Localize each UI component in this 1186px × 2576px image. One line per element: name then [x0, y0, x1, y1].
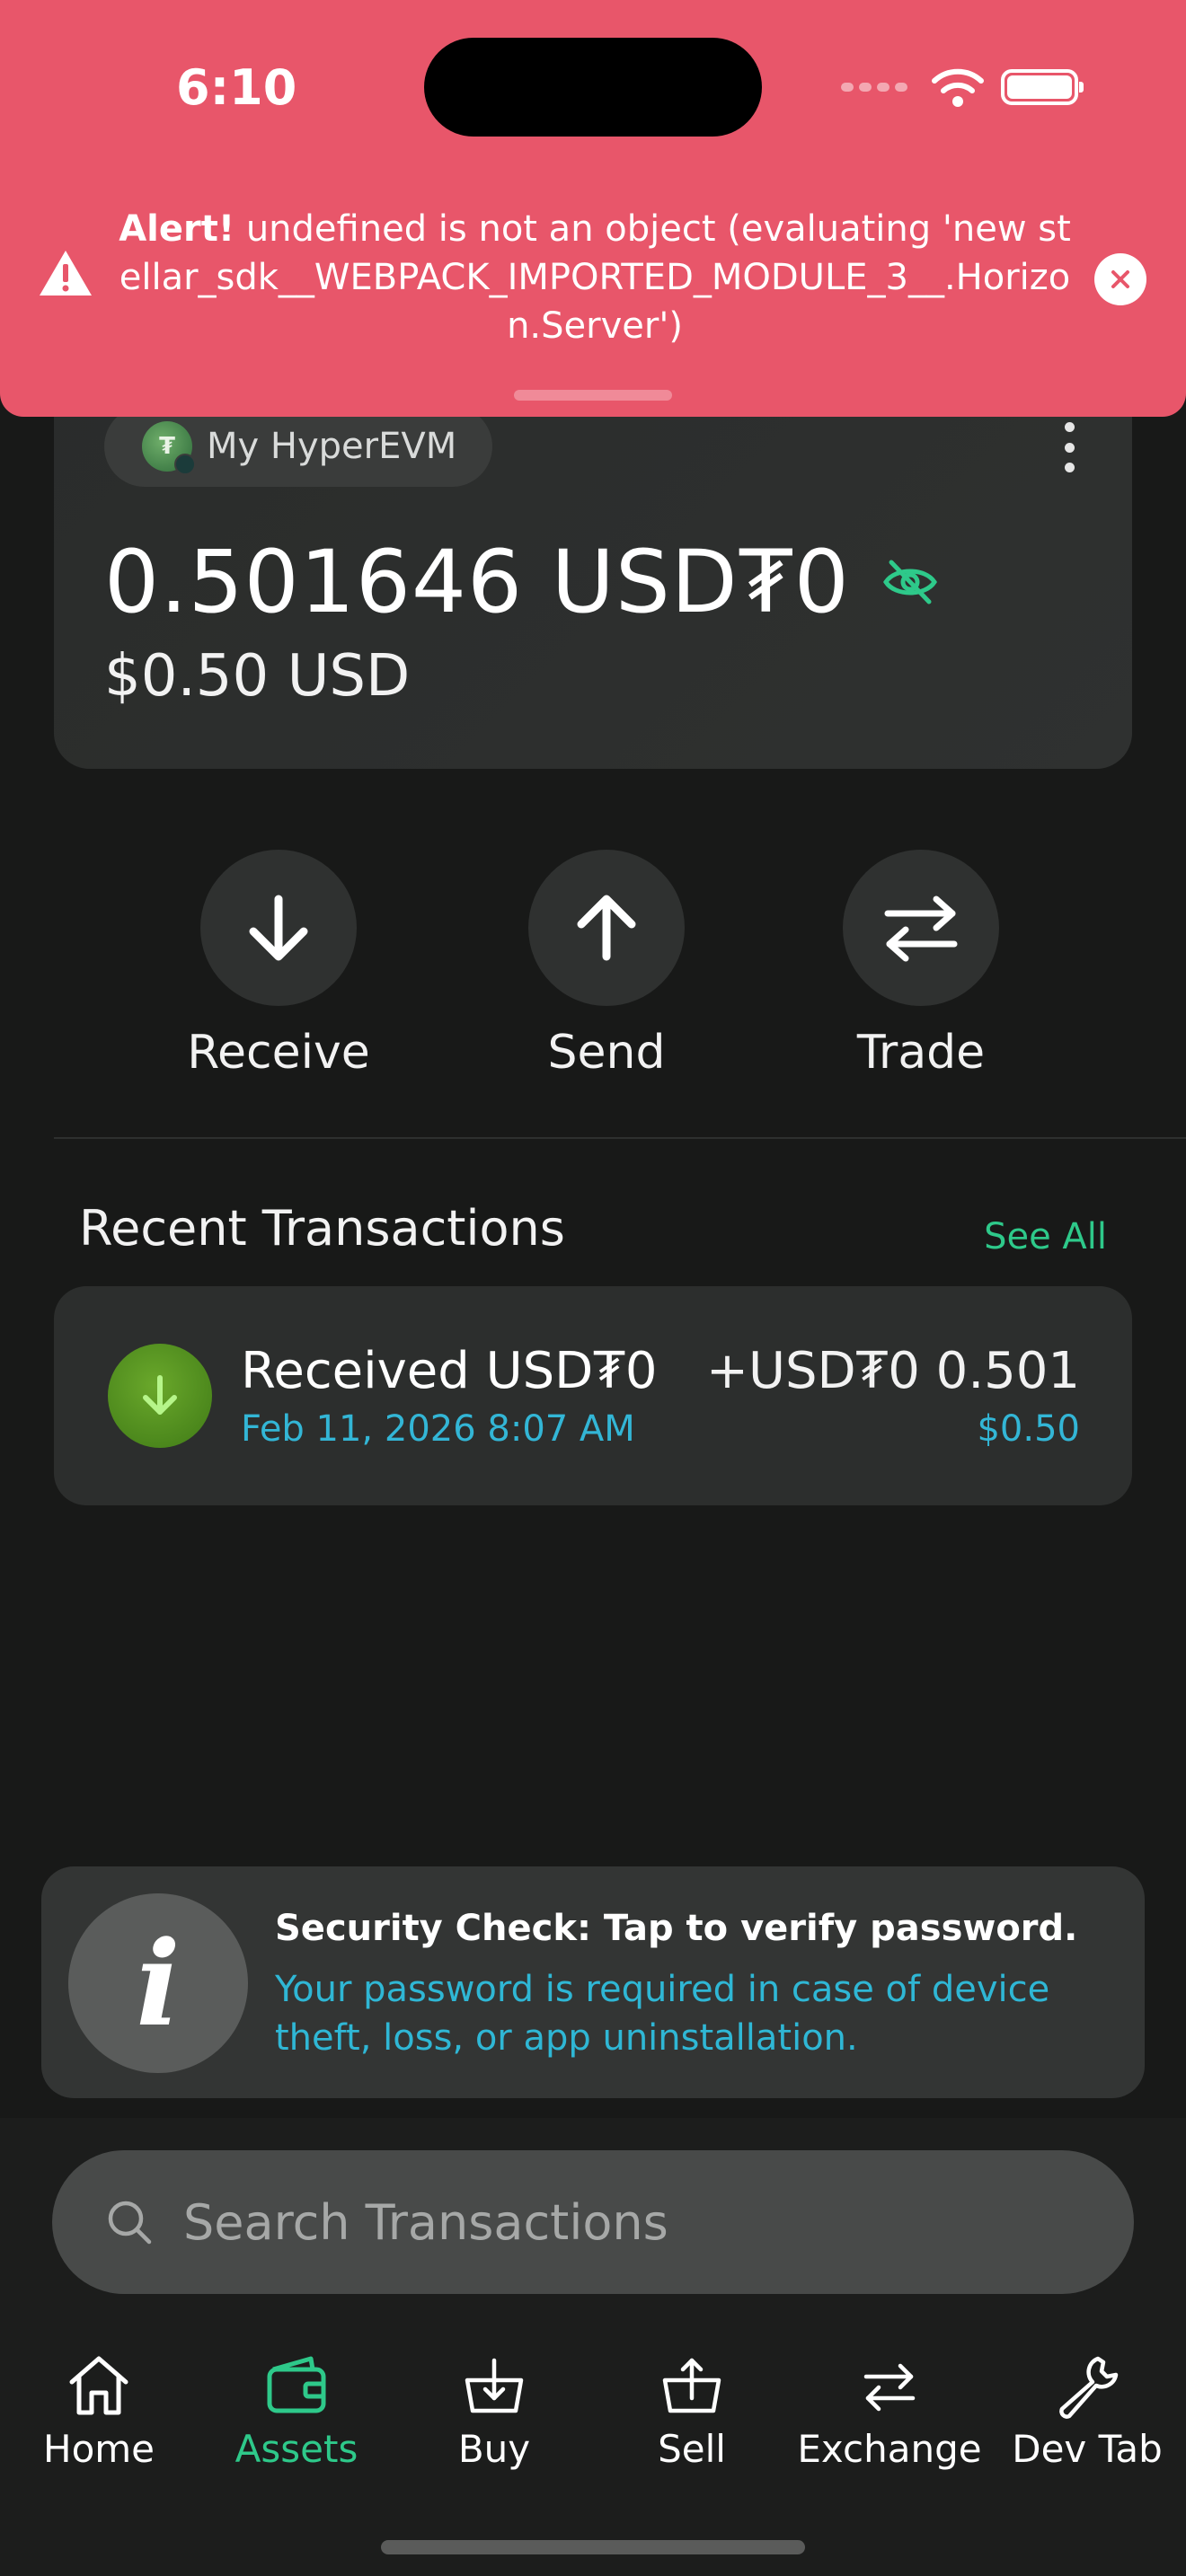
tab-home[interactable]: Home [0, 2350, 198, 2493]
account-selector[interactable]: ₮ My HyperEVM [104, 406, 492, 487]
status-icons [841, 66, 1084, 108]
home-icon [69, 2356, 128, 2415]
eye-off-icon[interactable] [881, 557, 940, 607]
tab-home-label: Home [42, 2427, 155, 2471]
tab-sell-label: Sell [658, 2427, 726, 2471]
fiat-balance: $0.50 USD [104, 643, 411, 710]
tab-dev-label: Dev Tab [1012, 2427, 1163, 2471]
buy-basket-icon [465, 2358, 524, 2413]
tab-assets-label: Assets [235, 2427, 358, 2471]
battery-icon [1001, 69, 1084, 105]
transaction-amount: +USD₮0 0.501 [706, 1342, 1080, 1400]
info-icon: i [68, 1893, 248, 2073]
tab-buy-label: Buy [457, 2427, 531, 2471]
balance-amount: 0.501646 USD₮0 [104, 532, 850, 632]
dynamic-island [424, 38, 762, 137]
transaction-fiat: $0.50 [977, 1408, 1080, 1450]
security-body: Your password is required in case of dev… [275, 1969, 1050, 2059]
search-input[interactable] [183, 2193, 992, 2251]
alert-body: undefined is not an object (evaluating '… [119, 208, 1071, 347]
tab-exchange[interactable]: Exchange [791, 2350, 988, 2493]
status-time: 6:10 [176, 59, 297, 116]
error-alert-banner[interactable]: 6:10 Alert! undefined is not an object (… [0, 0, 1186, 417]
alert-message: Alert! undefined is not an object (evalu… [113, 205, 1076, 350]
home-indicator [381, 2540, 805, 2554]
exchange-icon [863, 2363, 916, 2412]
arrow-down-icon [249, 895, 308, 961]
receive-label: Receive [187, 1026, 370, 1080]
send-label: Send [547, 1026, 666, 1080]
cellular-signal-icon [841, 83, 907, 92]
network-badge-icon [174, 454, 196, 475]
received-icon [108, 1344, 212, 1448]
security-check-banner[interactable]: i Security Check: Tap to verify password… [41, 1866, 1145, 2098]
wifi-icon [932, 68, 984, 107]
alert-prefix: Alert! [119, 208, 235, 250]
transaction-row[interactable]: Received USD₮0 Feb 11, 2026 8:07 AM +USD… [54, 1286, 1132, 1505]
trade-label: Trade [856, 1026, 986, 1080]
token-glyph: ₮ [158, 433, 176, 460]
search-icon [108, 2201, 152, 2245]
recent-transactions-heading: Recent Transactions [79, 1200, 565, 1257]
security-title: Security Check: Tap to verify password. [275, 1908, 1078, 1949]
receive-button[interactable]: Receive [162, 850, 395, 1080]
tab-assets[interactable]: Assets [198, 2350, 395, 2493]
see-all-link[interactable]: See All [984, 1216, 1107, 1257]
more-options-icon[interactable] [1060, 422, 1078, 472]
search-bar[interactable] [52, 2150, 1134, 2294]
wallet-icon [267, 2356, 326, 2413]
send-button[interactable]: Send [490, 850, 723, 1080]
arrow-up-icon [577, 895, 636, 961]
transaction-title: Received USD₮0 [241, 1342, 658, 1400]
transaction-date-value: Feb 11, 2026 [241, 1408, 476, 1450]
transaction-time-value: 8:07 AM [487, 1408, 635, 1450]
wrench-icon [1059, 2356, 1119, 2419]
transaction-date: Feb 11, 2026 8:07 AM [241, 1408, 635, 1450]
sell-basket-icon [662, 2358, 721, 2413]
token-avatar-icon: ₮ [142, 421, 196, 475]
account-name: My HyperEVM [207, 426, 457, 467]
close-icon [1111, 270, 1129, 288]
tab-buy[interactable]: Buy [395, 2350, 593, 2493]
swap-icon [884, 895, 958, 962]
tab-sell[interactable]: Sell [593, 2350, 791, 2493]
trade-button[interactable]: Trade [804, 850, 1038, 1080]
alert-drag-handle[interactable] [514, 390, 672, 401]
tab-exchange-label: Exchange [797, 2427, 982, 2471]
warning-icon [40, 251, 92, 296]
close-alert-button[interactable] [1094, 253, 1146, 305]
tab-dev[interactable]: Dev Tab [988, 2350, 1186, 2493]
divider [54, 1137, 1186, 1139]
tab-bar: Home Assets Buy Sell Exchange Dev Tab [0, 2350, 1186, 2493]
